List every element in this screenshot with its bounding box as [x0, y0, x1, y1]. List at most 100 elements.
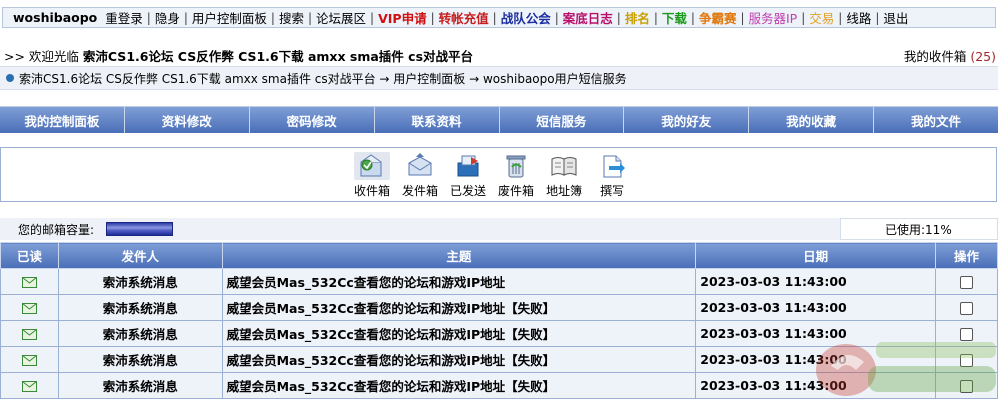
sender-cell[interactable]: 索沛系统消息	[57, 372, 223, 399]
nav-username[interactable]: woshibaopo	[9, 10, 101, 25]
control-panel-menu: 我的控制面板 资料修改 密码修改 联系资料 短信服务 我的好友 我的收藏 我的文件	[0, 106, 998, 133]
address-book-icon	[546, 152, 582, 180]
envelope-icon	[21, 378, 37, 393]
select-checkbox[interactable]	[960, 276, 974, 289]
select-checkbox[interactable]	[960, 380, 974, 393]
tool-inbox[interactable]: 收件箱	[354, 152, 390, 199]
nav-item-8[interactable]: 战队公会	[497, 8, 555, 27]
message-table: 已读 发件人 主题 日期 操作 索沛系统消息 威望会员Mas_532Cc查看您的论…	[0, 242, 998, 399]
subject-cell[interactable]: 威望会员Mas_532Cc查看您的论坛和游戏IP地址【失败】	[221, 294, 697, 321]
nav-item-11[interactable]: 下载	[658, 8, 691, 27]
inbox-label: 我的收件箱	[903, 49, 967, 64]
subject-cell[interactable]: 威望会员Mas_532Cc查看您的论坛和游戏IP地址	[221, 268, 697, 295]
header-read: 已读	[0, 242, 59, 269]
tool-label: 发件箱	[402, 184, 439, 198]
compose-icon	[594, 152, 630, 180]
table-header: 已读 发件人 主题 日期 操作	[0, 242, 998, 269]
select-checkbox[interactable]	[960, 354, 974, 367]
tool-label: 收件箱	[354, 184, 391, 198]
operation-cell	[935, 320, 998, 347]
menu-item-6[interactable]: 我的收藏	[749, 107, 875, 133]
site-name[interactable]: 索沛CS1.6论坛 CS反作弊 CS1.6下载 amxx sma插件 cs对战平…	[83, 49, 473, 64]
header-date: 日期	[695, 242, 937, 269]
capacity-bar	[106, 222, 174, 236]
nav-item-15[interactable]: 线路	[842, 8, 875, 27]
nav-item-13[interactable]: 服务器IP	[745, 8, 802, 27]
top-navigation: woshibaopo 重登录 | 隐身 | 用户控制面板 | 搜索 | 论坛展区 | VIP申请 | 转帐…	[0, 0, 1000, 36]
menu-item-5[interactable]: 我的好友	[624, 107, 750, 133]
tool-trash[interactable]: 废件箱	[498, 152, 534, 199]
inbox-icon	[354, 152, 390, 180]
trash-icon	[498, 152, 534, 180]
header-subject: 主题	[221, 242, 697, 269]
tool-label: 已发送	[450, 184, 487, 198]
capacity-used: 已使用:11%	[885, 222, 952, 237]
nav-item-3[interactable]: 用户控制面板	[188, 8, 271, 27]
tool-sent[interactable]: 已发送	[450, 152, 486, 199]
nav-item-12[interactable]: 争霸赛	[695, 8, 741, 27]
tool-label: 撰写	[600, 184, 625, 198]
subject-cell[interactable]: 威望会员Mas_532Cc查看您的论坛和游戏IP地址【失败】	[221, 372, 697, 399]
inbox-link[interactable]: 我的收件箱 (25)	[904, 46, 996, 65]
welcome-text: >> 欢迎光临 索沛CS1.6论坛 CS反作弊 CS1.6下载 amxx sma…	[4, 46, 473, 65]
sent-icon	[450, 152, 486, 180]
nav-item-1[interactable]: 重登录	[101, 8, 147, 27]
table-row[interactable]: 索沛系统消息 威望会员Mas_532Cc查看您的论坛和游戏IP地址 2023-03-…	[0, 268, 998, 295]
date-cell: 2023-03-03 11:43:00	[695, 268, 937, 295]
tool-label: 废件箱	[498, 184, 535, 198]
welcome-line: >> 欢迎光临 索沛CS1.6论坛 CS反作弊 CS1.6下载 amxx sma…	[2, 46, 996, 64]
nav-item-9[interactable]: 案底日志	[559, 8, 617, 27]
toolbar-items: 收件箱 发件箱 已发送 废件箱 地址簿 撰写	[354, 152, 642, 199]
breadcrumb-text[interactable]: 索沛CS1.6论坛 CS反作弊 CS1.6下载 amxx sma插件 cs对战平…	[19, 70, 627, 87]
nav-item-14[interactable]: 交易	[805, 8, 838, 27]
operation-cell	[935, 294, 998, 321]
select-checkbox[interactable]	[960, 328, 974, 341]
capacity-label: 您的邮箱容量:	[18, 222, 95, 237]
subject-cell[interactable]: 威望会员Mas_532Cc查看您的论坛和游戏IP地址【失败】	[221, 346, 697, 373]
date-cell: 2023-03-03 11:43:00	[695, 372, 937, 399]
menu-item-3[interactable]: 联系资料	[375, 107, 500, 133]
operation-cell	[935, 346, 998, 373]
inbox-count: (25)	[970, 49, 996, 64]
read-status-cell	[0, 372, 59, 399]
table-row[interactable]: 索沛系统消息 威望会员Mas_532Cc查看您的论坛和游戏IP地址【失败】 2023…	[0, 346, 998, 373]
sender-cell[interactable]: 索沛系统消息	[57, 320, 223, 347]
date-cell: 2023-03-03 11:43:00	[695, 346, 937, 373]
table-row[interactable]: 索沛系统消息 威望会员Mas_532Cc查看您的论坛和游戏IP地址【失败】 2023…	[0, 320, 998, 347]
nav-item-5[interactable]: 论坛展区	[312, 8, 370, 27]
sender-cell[interactable]: 索沛系统消息	[57, 294, 223, 321]
header-sender: 发件人	[57, 242, 223, 269]
tool-outbox[interactable]: 发件箱	[402, 152, 438, 199]
tool-label: 地址簿	[546, 184, 583, 198]
envelope-icon	[21, 352, 37, 367]
menu-item-2[interactable]: 密码修改	[250, 107, 375, 133]
capacity-used-cell: 已使用:11%	[840, 218, 998, 240]
nav-item-2[interactable]: 隐身	[151, 8, 184, 27]
read-status-cell	[0, 294, 59, 321]
select-checkbox[interactable]	[960, 302, 974, 315]
operation-cell	[935, 372, 998, 399]
tool-address-book[interactable]: 地址簿	[546, 152, 582, 199]
envelope-icon	[21, 300, 37, 315]
nav-item-6[interactable]: VIP申请	[374, 8, 431, 27]
nav-item-7[interactable]: 转帐充值	[435, 8, 493, 27]
nav-item-16[interactable]: 退出	[879, 8, 912, 27]
menu-item-4[interactable]: 短信服务	[500, 107, 625, 133]
nav-item-10[interactable]: 排名	[621, 8, 654, 27]
mailbox-capacity: 您的邮箱容量: 已使用:11%	[0, 218, 998, 240]
menu-item-0[interactable]: 我的控制面板	[0, 107, 125, 133]
nav-item-4[interactable]: 搜索	[275, 8, 308, 27]
sender-cell[interactable]: 索沛系统消息	[57, 268, 223, 295]
message-toolbar: 收件箱 发件箱 已发送 废件箱 地址簿 撰写	[0, 147, 997, 202]
outbox-icon	[402, 152, 438, 180]
table-row[interactable]: 索沛系统消息 威望会员Mas_532Cc查看您的论坛和游戏IP地址【失败】 2023…	[0, 372, 998, 399]
subject-cell[interactable]: 威望会员Mas_532Cc查看您的论坛和游戏IP地址【失败】	[221, 320, 697, 347]
menu-item-1[interactable]: 资料修改	[125, 107, 250, 133]
operation-cell	[935, 268, 998, 295]
table-row[interactable]: 索沛系统消息 威望会员Mas_532Cc查看您的论坛和游戏IP地址【失败】 2023…	[0, 294, 998, 321]
tool-compose[interactable]: 撰写	[594, 152, 630, 199]
sender-cell[interactable]: 索沛系统消息	[57, 346, 223, 373]
top-nav-bar: woshibaopo 重登录 | 隐身 | 用户控制面板 | 搜索 | 论坛展区 | VIP申请 | 转帐…	[2, 7, 996, 28]
menu-item-7[interactable]: 我的文件	[874, 107, 998, 133]
breadcrumb: 索沛CS1.6论坛 CS反作弊 CS1.6下载 amxx sma插件 cs对战平…	[0, 66, 998, 90]
